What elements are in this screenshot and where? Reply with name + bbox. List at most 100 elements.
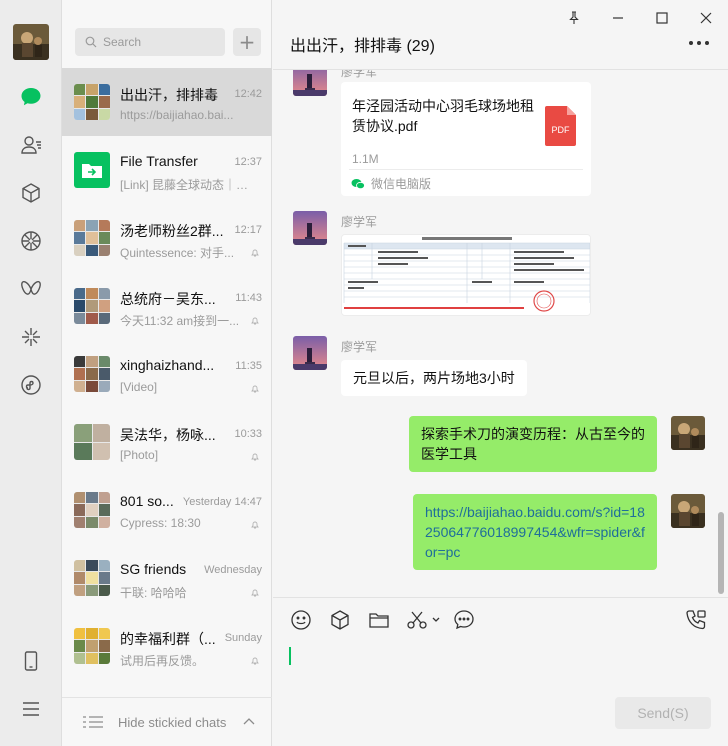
chat-preview: 干联: 哈哈哈 [120, 586, 187, 600]
chevron-up-icon [243, 718, 255, 725]
chat-time: 10:33 [234, 428, 262, 440]
mute-icon [251, 317, 259, 325]
sender-avatar[interactable] [293, 336, 327, 370]
pdf-file-icon: PDF [545, 106, 576, 146]
text-message[interactable]: 元旦以后，两片场地3小时 [341, 360, 527, 396]
minimize-icon[interactable] [596, 6, 640, 30]
file-transfer-avatar [74, 152, 110, 188]
moments-icon[interactable] [16, 226, 46, 256]
maximize-icon[interactable] [640, 6, 684, 30]
search-input[interactable] [103, 35, 213, 49]
chats-icon[interactable] [16, 82, 46, 112]
discover-icon[interactable] [16, 322, 46, 352]
file-name: 年泾园活动中心羽毛球场地租赁协议.pdf [352, 98, 534, 134]
mute-icon [251, 453, 259, 461]
favorites-icon[interactable] [16, 178, 46, 208]
hide-stickied-button[interactable]: Hide stickied chats [62, 697, 272, 746]
self-text-message[interactable]: 探索手术刀的演变历程：从古至今的医学工具 [409, 416, 657, 472]
chat-avatar [74, 424, 110, 460]
chat-preview: 试用后再反馈。 [120, 654, 205, 668]
search-box[interactable] [75, 28, 225, 56]
file-message[interactable]: 年泾园活动中心羽毛球场地租赁协议.pdf 1.1M PDF 微信电脑版 [341, 82, 591, 196]
self-avatar[interactable] [671, 416, 705, 450]
chat-list: 出出汗，排排毒 12:42 https://baijiahao.bai... F… [62, 68, 272, 680]
chat-item[interactable]: 吴法华，杨咏... 10:33 [Photo] [62, 408, 272, 476]
close-icon[interactable] [684, 6, 728, 30]
chat-avatar [74, 288, 110, 324]
pin-icon[interactable] [552, 6, 596, 30]
chat-item[interactable]: 汤老师粉丝2群... 12:17 Quintessence: 对手... [62, 204, 272, 272]
emoji-icon[interactable] [289, 608, 313, 632]
user-avatar[interactable] [13, 24, 49, 60]
chat-preview: 今天11:32 am接到一... [120, 314, 240, 328]
screenshot-icon[interactable] [406, 608, 440, 632]
document-image [342, 235, 590, 315]
folder-arrow-icon [82, 164, 102, 178]
chat-time: 11:35 [235, 360, 262, 372]
message-scrollbar[interactable] [718, 512, 724, 594]
add-chat-button[interactable]: + [233, 28, 261, 56]
text-caret [289, 647, 291, 665]
chat-preview: [Link] 昆藤全球动态｜2... [120, 178, 250, 192]
chat-name: 吴法华，杨咏... [120, 427, 216, 443]
chat-name: File Transfer [120, 153, 198, 169]
message-input[interactable] [289, 645, 709, 689]
chat-list-panel: + 出出汗，排排毒 12:42 https://baijiahao.bai...… [62, 0, 272, 746]
chat-preview: Cypress: 18:30 [120, 516, 201, 530]
contacts-icon[interactable] [16, 130, 46, 160]
composer-toolbar [289, 608, 491, 632]
chat-item[interactable]: xinghaizhand... 11:35 [Video] [62, 340, 272, 408]
sticker-box-icon[interactable] [328, 608, 352, 632]
chat-item[interactable]: SG friends Wednesday 干联: 哈哈哈 [62, 544, 272, 612]
video-call-icon[interactable] [684, 608, 708, 632]
mute-icon [251, 521, 259, 529]
sender-avatar[interactable] [293, 211, 327, 245]
wechat-icon [351, 178, 365, 189]
chat-name: 总统府－吴东... [120, 291, 216, 307]
self-link-message[interactable]: https://baijiahao.baidu.com/s?id=1825064… [413, 494, 657, 570]
sender-name: 廖学军 [341, 215, 378, 229]
file-size: 1.1M [352, 152, 379, 166]
chat-avatar [74, 356, 110, 392]
sender-avatar[interactable] [293, 70, 327, 96]
menu-icon[interactable] [16, 694, 46, 724]
image-message[interactable] [341, 234, 591, 316]
chat-time: 12:42 [234, 88, 262, 100]
mute-icon [251, 589, 259, 597]
composer-divider [273, 597, 728, 598]
chat-history-icon[interactable] [452, 608, 476, 632]
chat-time: 12:37 [234, 156, 262, 168]
file-source-label: 微信电脑版 [371, 177, 432, 191]
chat-time: 12:17 [234, 224, 262, 236]
chat-preview: [Photo] [120, 448, 159, 462]
more-options-icon[interactable] [688, 40, 710, 46]
chat-item[interactable]: 总统府－吴东... 11:43 今天11:32 am接到一... [62, 272, 272, 340]
list-icon [83, 716, 103, 728]
file-source: 微信电脑版 [351, 175, 431, 192]
chat-time: Yesterday 14:47 [182, 496, 262, 508]
mini-programs-icon[interactable] [16, 370, 46, 400]
sender-name: 廖学军 [341, 70, 378, 79]
chat-title: 出出汗，排排毒 (29) [290, 38, 435, 55]
chat-preview: https://baijiahao.bai... [120, 108, 234, 122]
window-controls [552, 6, 728, 30]
message-list: 廖学军 年泾园活动中心羽毛球场地租赁协议.pdf 1.1M PDF 微信电脑版 … [273, 70, 728, 597]
chat-item[interactable]: 的幸福利群（... Sunday 试用后再反馈。 [62, 612, 272, 680]
search-icon [85, 36, 97, 48]
channels-icon[interactable] [16, 274, 46, 304]
mute-icon [251, 657, 259, 665]
chat-avatar [74, 84, 110, 120]
conversation-panel: 出出汗，排排毒 (29) 廖学军 年泾园活动中心羽毛球场地租赁协议.pdf 1.… [273, 0, 728, 746]
chat-avatar [74, 492, 110, 528]
phone-icon[interactable] [16, 646, 46, 676]
chat-item[interactable]: 801 so... Yesterday 14:47 Cypress: 18:30 [62, 476, 272, 544]
send-button[interactable]: Send(S) [615, 697, 711, 729]
chat-preview: [Video] [120, 380, 158, 394]
chat-avatar [74, 628, 110, 664]
chat-item[interactable]: File Transfer 12:37 [Link] 昆藤全球动态｜2... [62, 136, 272, 204]
folder-icon[interactable] [367, 608, 391, 632]
navigation-rail [0, 0, 62, 746]
chat-item[interactable]: 出出汗，排排毒 12:42 https://baijiahao.bai... [62, 68, 272, 136]
chat-preview: Quintessence: 对手... [120, 246, 235, 260]
self-avatar[interactable] [671, 494, 705, 528]
